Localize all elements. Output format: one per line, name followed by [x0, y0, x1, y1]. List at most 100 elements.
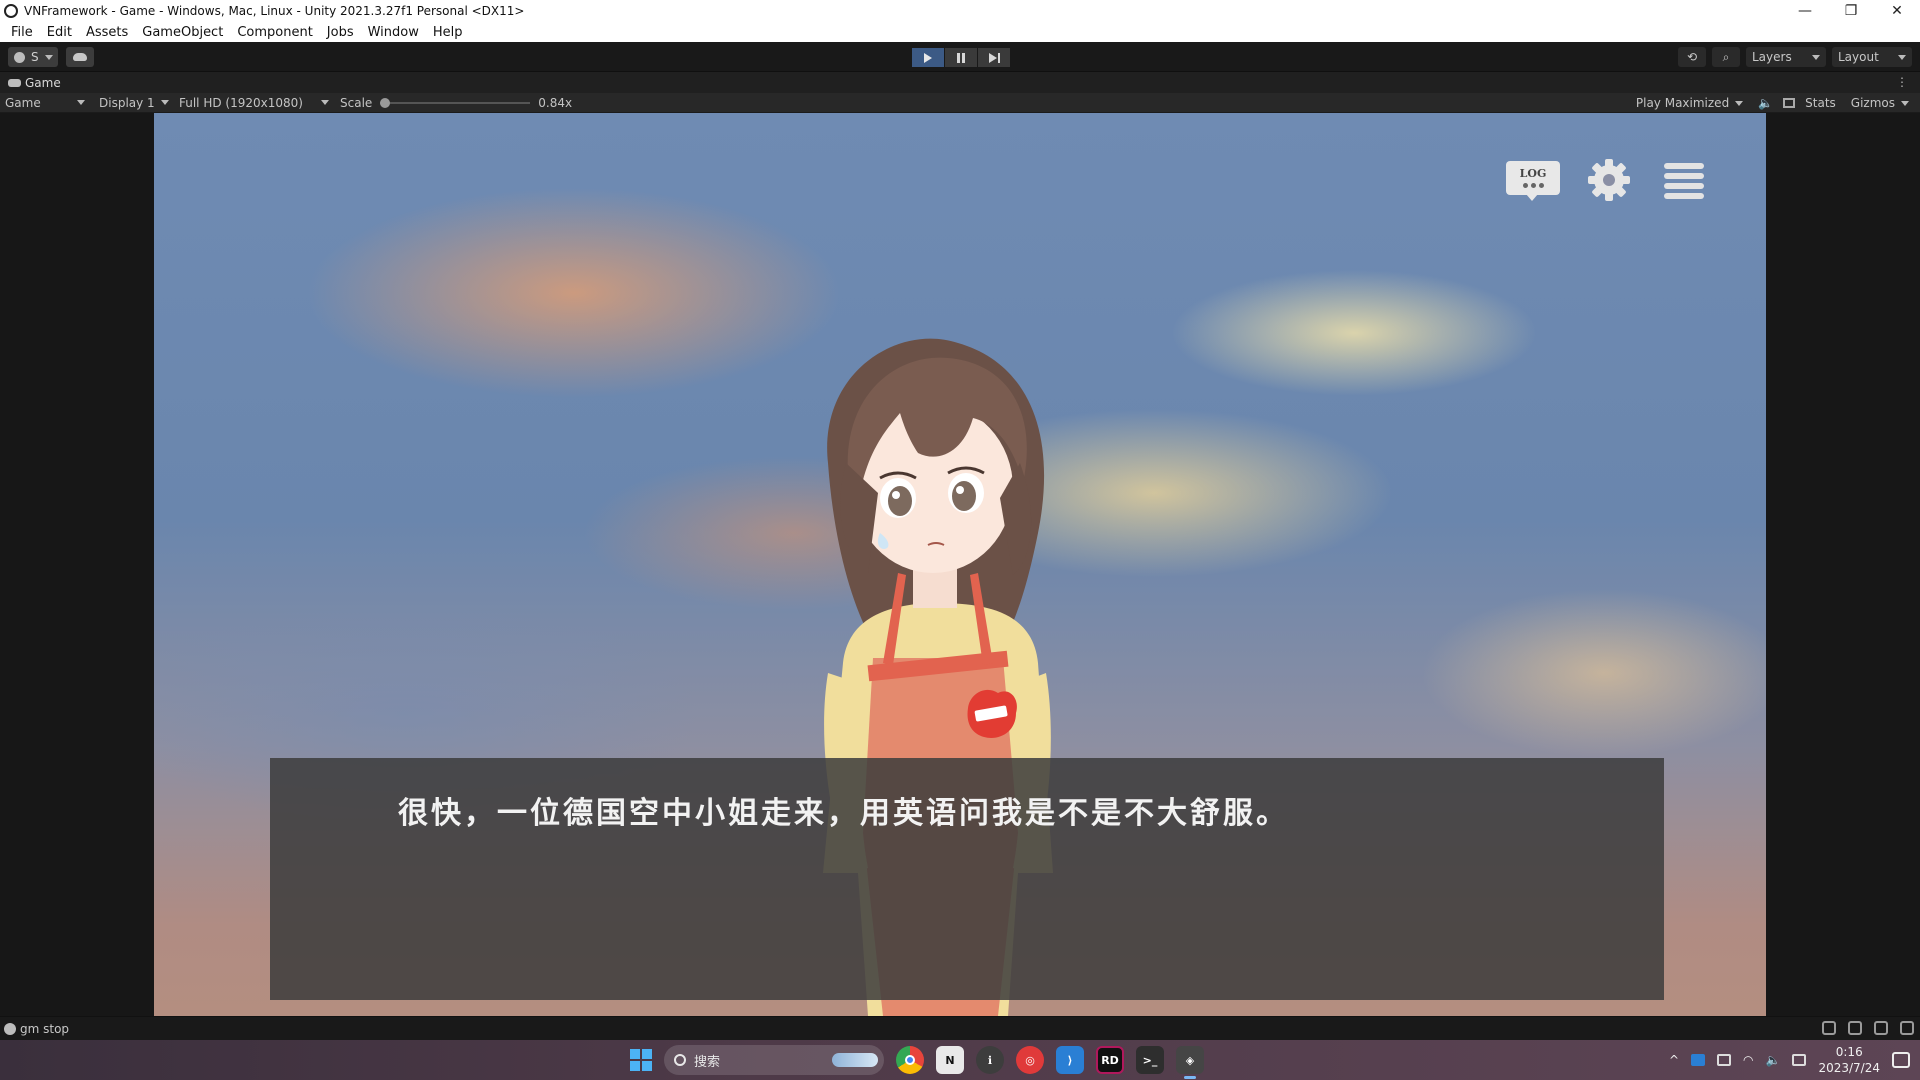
- menu-assets[interactable]: Assets: [79, 25, 135, 40]
- progress-icon[interactable]: [1900, 1021, 1914, 1035]
- vscode-icon[interactable]: ⟩: [1056, 1046, 1084, 1074]
- view-mode-label: Game: [5, 95, 41, 110]
- info-icon: [4, 1022, 16, 1035]
- cloud-icon: [73, 53, 87, 61]
- menu-jobs[interactable]: Jobs: [320, 25, 361, 40]
- dialog-box[interactable]: 很快，一位德国空中小姐走来，用英语问我是不是不大舒服。: [270, 758, 1664, 1000]
- layers-dropdown[interactable]: Layers: [1746, 47, 1826, 67]
- clock-date: 2023/7/24: [1818, 1061, 1880, 1075]
- layout-label: Layout: [1838, 50, 1879, 64]
- pen-tool-icon[interactable]: ℹ: [976, 1046, 1004, 1074]
- search-button[interactable]: ⌕: [1712, 47, 1740, 67]
- main-toolbar: S ⟲ ⌕ Layers Layout: [0, 42, 1920, 72]
- display-dropdown[interactable]: Display 1: [94, 93, 174, 113]
- debug-icon[interactable]: [1822, 1021, 1836, 1035]
- play-mode-dropdown[interactable]: Play Maximized: [1631, 93, 1748, 113]
- history-icon: ⟲: [1686, 50, 1698, 64]
- search-icon: ⌕: [1722, 49, 1730, 64]
- input-method-icon[interactable]: [1792, 1054, 1807, 1066]
- window-title-bar: VNFramework - Game - Windows, Mac, Linux…: [0, 0, 1920, 22]
- play-button[interactable]: [912, 48, 944, 67]
- chevron-down-icon: [44, 54, 53, 60]
- status-bar: gm stop: [0, 1016, 1920, 1040]
- bluetooth-icon[interactable]: [1691, 1054, 1706, 1066]
- unity-logo-icon: [4, 4, 18, 18]
- audio-icon[interactable]: 🔈: [1758, 96, 1773, 110]
- cloud-button[interactable]: [66, 47, 94, 67]
- undo-history-button[interactable]: ⟲: [1678, 47, 1706, 67]
- wifi-icon[interactable]: ◠: [1743, 1053, 1753, 1067]
- os-taskbar: 搜索 N ℹ ◎ ⟩ RD >_ ◈ ^ ◠ 🔈 0:16 2023/7/24: [0, 1040, 1920, 1080]
- layout-dropdown[interactable]: Layout: [1832, 47, 1912, 67]
- tab-menu-icon[interactable]: ⋮: [1896, 75, 1908, 89]
- menu-component[interactable]: Component: [230, 25, 319, 40]
- status-icons: [1822, 1021, 1914, 1035]
- menu-gameobject[interactable]: GameObject: [135, 25, 230, 40]
- scale-slider[interactable]: [380, 97, 531, 108]
- gizmos-dropdown[interactable]: Gizmos: [1846, 93, 1914, 113]
- maximize-button[interactable]: ❐: [1828, 0, 1874, 22]
- notion-icon[interactable]: N: [936, 1046, 964, 1074]
- hamburger-menu-icon[interactable]: [1664, 163, 1704, 199]
- stats-button[interactable]: Stats: [1805, 96, 1836, 110]
- tray-chevron-icon[interactable]: ^: [1669, 1053, 1679, 1067]
- chevron-down-icon: [77, 100, 85, 105]
- resolution-dropdown[interactable]: Full HD (1920x1080): [174, 93, 334, 113]
- menu-bar: File Edit Assets GameObject Component Jo…: [0, 22, 1920, 42]
- status-message[interactable]: gm stop: [20, 1022, 69, 1036]
- windows-start-icon[interactable]: [630, 1049, 652, 1071]
- tab-game-label: Game: [25, 75, 61, 90]
- menu-help[interactable]: Help: [426, 25, 470, 40]
- game-tab-header: Game ⋮: [0, 72, 1920, 93]
- resolution-label: Full HD (1920x1080): [179, 95, 303, 110]
- chrome-icon[interactable]: [896, 1046, 924, 1074]
- menu-file[interactable]: File: [4, 25, 40, 40]
- rider-icon[interactable]: RD: [1096, 1046, 1124, 1074]
- taskbar-apps: 搜索 N ℹ ◎ ⟩ RD >_ ◈: [630, 1044, 1204, 1079]
- scale-control: Scale 0.84x: [340, 96, 572, 110]
- game-view-options: Play Maximized 🔈 Stats Gizmos: [1631, 93, 1914, 113]
- chevron-down-icon: [1898, 54, 1906, 60]
- settings-gear-icon[interactable]: [1586, 157, 1632, 203]
- battery-icon[interactable]: [1717, 1054, 1732, 1066]
- step-button[interactable]: [978, 48, 1010, 67]
- notification-icon[interactable]: [1892, 1052, 1910, 1068]
- log-bubble: LOG: [1506, 161, 1560, 195]
- menu-window[interactable]: Window: [361, 25, 426, 40]
- unity-icon[interactable]: ◈: [1176, 1046, 1204, 1079]
- game-view-toolbar: Game Display 1 Full HD (1920x1080) Scale…: [0, 93, 1920, 113]
- play-icon: [924, 52, 932, 63]
- play-controls: [912, 48, 1010, 67]
- taskbar-search-placeholder: 搜索: [694, 1054, 721, 1070]
- volume-icon[interactable]: 🔈: [1766, 1053, 1781, 1067]
- clock-time: 0:16: [1835, 1045, 1863, 1059]
- log-label: LOG: [1519, 167, 1547, 180]
- terminal-icon[interactable]: >_: [1136, 1046, 1164, 1074]
- play-mode-label: Play Maximized: [1635, 96, 1730, 110]
- step-icon: [988, 52, 1000, 63]
- gizmos-label: Gizmos: [1850, 96, 1895, 110]
- layers-stack-icon[interactable]: [1848, 1021, 1862, 1035]
- menu-edit[interactable]: Edit: [40, 25, 79, 40]
- close-button[interactable]: ✕: [1874, 0, 1920, 22]
- search-highlight-image: [832, 1053, 878, 1067]
- grid-icon[interactable]: [1783, 98, 1796, 108]
- chevron-down-icon: [321, 100, 329, 105]
- pause-icon: [957, 52, 965, 63]
- scale-slider-handle[interactable]: [380, 97, 391, 108]
- chevron-down-icon: [1812, 54, 1820, 60]
- taskbar-search[interactable]: 搜索: [664, 1045, 884, 1075]
- account-icon: [14, 51, 25, 63]
- pause-button[interactable]: [945, 48, 977, 67]
- view-mode-dropdown[interactable]: Game: [0, 93, 90, 113]
- netease-music-icon[interactable]: ◎: [1016, 1046, 1044, 1074]
- clock[interactable]: 0:16 2023/7/24: [1818, 1044, 1880, 1076]
- game-screen[interactable]: LOG 很快，一位德国空中小姐走来，用英语问我是不是不大舒服。: [154, 113, 1766, 1016]
- log-button[interactable]: LOG: [1506, 161, 1560, 201]
- window-title: VNFramework - Game - Windows, Mac, Linux…: [24, 4, 525, 18]
- account-button[interactable]: S: [8, 47, 58, 67]
- tab-game[interactable]: Game: [0, 76, 61, 90]
- gamepad-icon: [8, 78, 21, 87]
- minimize-button[interactable]: —: [1782, 0, 1828, 22]
- bug-off-icon[interactable]: [1874, 1021, 1888, 1035]
